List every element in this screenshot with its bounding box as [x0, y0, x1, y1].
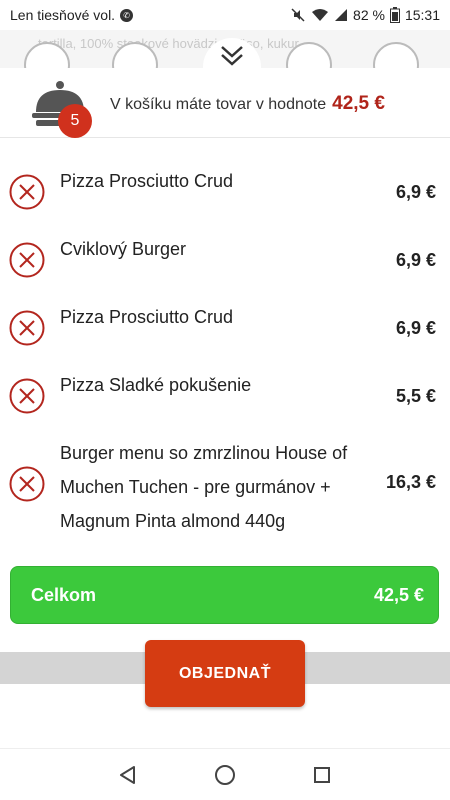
- cart-count-badge: 5: [58, 104, 92, 138]
- recents-square-icon: [313, 766, 330, 783]
- cart-total-bar: Celkom 42,5 €: [10, 566, 439, 624]
- chevron-double-down-icon: [221, 46, 243, 66]
- carrier-label: Len tiesňové vol.: [10, 7, 116, 23]
- total-label: Celkom: [31, 584, 97, 605]
- status-right: 82 % 15:31: [290, 7, 440, 23]
- clock: 15:31: [404, 7, 440, 23]
- remove-item-button[interactable]: [9, 242, 45, 278]
- item-name: Cviklový Burger: [60, 239, 187, 259]
- remove-item-button[interactable]: [9, 466, 45, 502]
- item-price: 6,9 €: [395, 250, 436, 270]
- back-button[interactable]: [113, 760, 143, 790]
- status-bar: Len tiesňové vol. ✆ 82 % 15:31: [0, 0, 450, 30]
- battery-icon: [389, 7, 400, 23]
- order-button[interactable]: OBJEDNAŤ: [145, 640, 305, 707]
- remove-item-button[interactable]: [9, 174, 45, 210]
- recents-button[interactable]: [307, 760, 337, 790]
- system-nav-bar: [0, 748, 450, 800]
- cart-summary-label: V košíku máte tovar v hodnote: [110, 96, 327, 113]
- item-price: 6,9 €: [395, 182, 436, 202]
- home-circle-icon: [214, 764, 235, 785]
- battery-percent: 82 %: [353, 7, 385, 23]
- wifi-calling-icon: ✆: [120, 8, 134, 22]
- item-name: Pizza Prosciutto Crud: [60, 307, 234, 327]
- home-button[interactable]: [210, 760, 240, 790]
- cart-summary-total: 42,5 €: [332, 93, 385, 114]
- item-name: Pizza Prosciutto Crud: [60, 171, 234, 191]
- item-name: Pizza Sladké pokušenie: [60, 375, 252, 395]
- category-icon: [373, 42, 419, 70]
- item-price: 16,3 €: [385, 472, 436, 492]
- remove-item-button[interactable]: [9, 310, 45, 346]
- item-price: 5,5 €: [395, 386, 436, 406]
- back-triangle-icon: [120, 765, 136, 784]
- cart-item: Cviklový Burger 6,9 €: [0, 230, 450, 290]
- cart-item: Pizza Prosciutto Crud 6,9 €: [0, 298, 450, 358]
- item-name: Burger menu so zmrzlinou House of Muchen…: [60, 443, 348, 531]
- item-price: 6,9 €: [395, 318, 436, 338]
- total-value: 42,5 €: [373, 584, 424, 605]
- cart-summary: V košíku máte tovar v hodnote 42,5 €: [110, 93, 385, 115]
- cart-item: Pizza Prosciutto Crud 6,9 €: [0, 162, 450, 222]
- wifi-icon: [311, 8, 329, 22]
- mute-icon: [290, 7, 306, 23]
- cart-item: Burger menu so zmrzlinou House of Muchen…: [0, 434, 450, 534]
- cart-item: Pizza Sladké pokušenie 5,5 €: [0, 366, 450, 426]
- remove-item-button[interactable]: [9, 378, 45, 414]
- signal-icon: [334, 8, 348, 22]
- status-left: Len tiesňové vol. ✆: [10, 7, 134, 23]
- background-description: tortilla, 100% steakové hovädzie mäso, k…: [38, 36, 309, 51]
